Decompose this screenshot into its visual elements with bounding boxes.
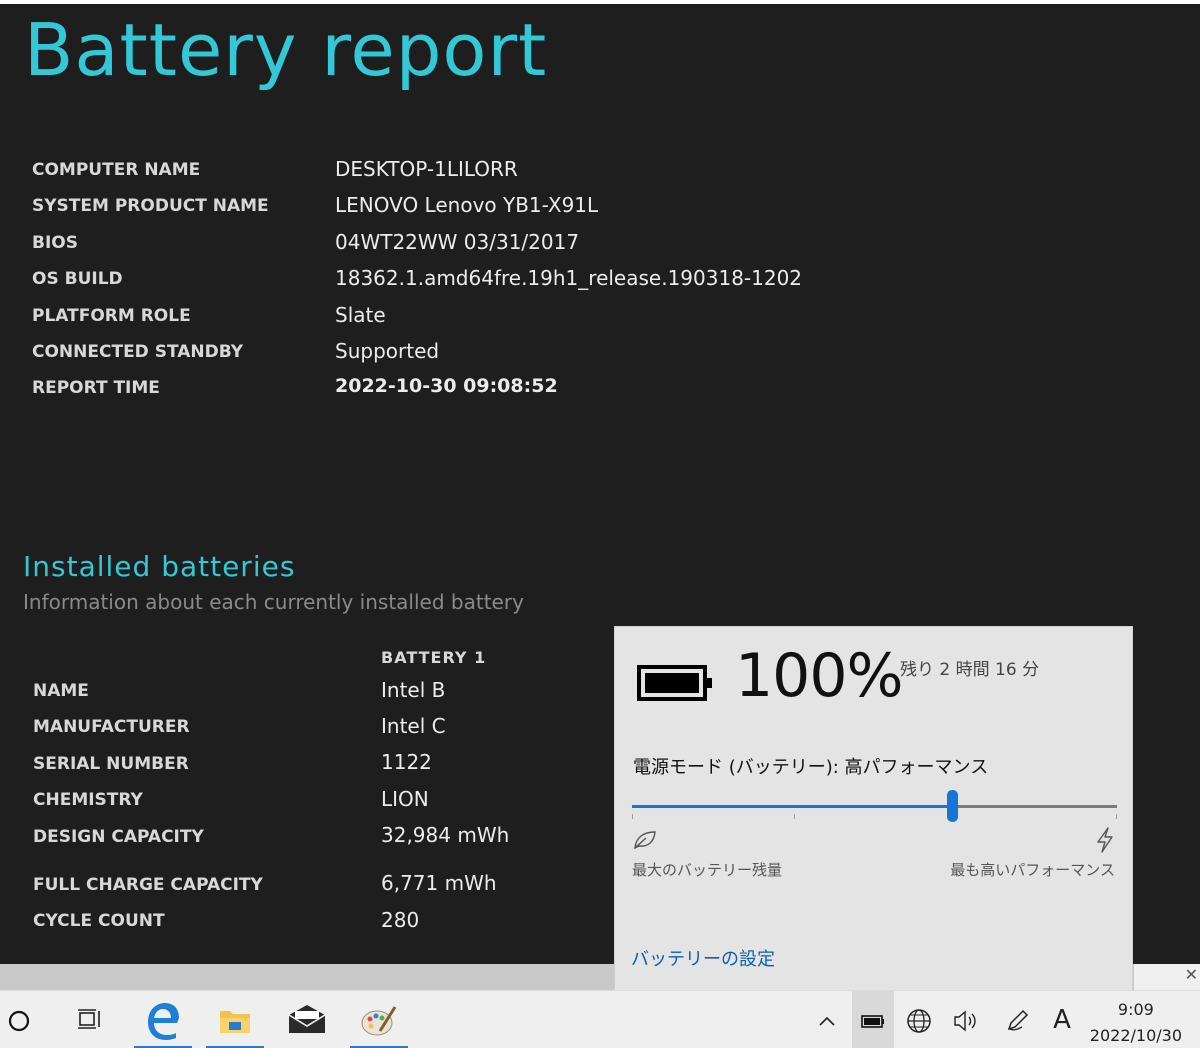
battery-tray-button[interactable] <box>852 991 894 1048</box>
info-key-connected-standby: CONNECTED STANDBY <box>32 342 244 362</box>
cortana-search-button[interactable] <box>0 991 40 1048</box>
info-value-bios: 04WT22WW 03/31/2017 <box>335 230 580 254</box>
globe-network-icon <box>907 1009 931 1033</box>
battery-column-header: BATTERY 1 <box>381 648 487 667</box>
ime-mode-indicator[interactable]: A <box>1040 991 1084 1048</box>
battery-value-manufacturer: Intel C <box>381 714 446 738</box>
battery-key-serial-number: SERIAL NUMBER <box>33 754 189 774</box>
battery-key-manufacturer: MANUFACTURER <box>33 717 190 737</box>
info-key-bios: BIOS <box>32 233 78 253</box>
info-value-report-time: 2022-10-30 09:08:52 <box>335 375 558 397</box>
info-value-computer-name: DESKTOP-1LILORR <box>335 157 518 181</box>
windows-ink-button[interactable] <box>996 991 1038 1048</box>
mail-icon <box>288 1005 326 1033</box>
battery-key-name: NAME <box>33 681 89 701</box>
slider-max-label: 最も高いパフォーマンス <box>950 861 1115 879</box>
chevron-up-icon <box>819 1016 835 1026</box>
close-icon[interactable]: ✕ <box>1185 965 1198 984</box>
file-explorer-icon <box>220 1011 250 1033</box>
lightning-bolt-icon <box>1097 827 1113 853</box>
info-key-platform-role: PLATFORM ROLE <box>32 306 191 326</box>
battery-level-fill <box>645 673 699 693</box>
edge-browser-icon <box>148 1003 179 1040</box>
installed-batteries-heading: Installed batteries <box>23 550 296 583</box>
task-view-icon <box>78 1009 100 1029</box>
battery-key-chemistry: CHEMISTRY <box>33 790 143 810</box>
file-explorer-button[interactable] <box>206 991 264 1048</box>
show-hidden-icons-button[interactable] <box>806 991 848 1048</box>
info-key-os-build: OS BUILD <box>32 269 123 289</box>
battery-level-icon <box>637 665 712 701</box>
pen-icon <box>1007 1009 1029 1031</box>
info-value-platform-role: Slate <box>335 303 386 327</box>
clock-time: 9:09 <box>1117 1000 1154 1019</box>
edge-browser-button[interactable] <box>134 991 192 1048</box>
volume-button[interactable] <box>944 991 986 1048</box>
battery-value-cycle-count: 280 <box>381 908 420 932</box>
taskbar-clock[interactable]: 9:09 2022/10/30 <box>1090 997 1182 1048</box>
slider-thumb[interactable] <box>947 790 959 822</box>
slider-tick <box>794 814 795 819</box>
battery-value-name: Intel B <box>381 678 446 702</box>
cortana-search-icon <box>8 1010 30 1032</box>
slider-tick <box>1116 814 1117 819</box>
info-key-report-time: REPORT TIME <box>32 378 160 398</box>
power-mode-slider[interactable] <box>632 790 1117 829</box>
report-title: Battery report <box>24 8 548 92</box>
slider-min-label: 最大のバッテリー残量 <box>632 861 783 879</box>
battery-flyout: 100% 残り 2 時間 16 分 電源モード (バッテリー): 高パフォーマン… <box>614 626 1133 992</box>
paint-icon <box>361 1006 397 1036</box>
battery-key-cycle-count: CYCLE COUNT <box>33 911 165 931</box>
clock-date: 2022/10/30 <box>1089 1026 1182 1045</box>
battery-value-chemistry: LION <box>381 787 429 811</box>
info-value-os-build: 18362.1.amd64fre.19h1_release.190318-120… <box>335 266 803 290</box>
mail-button[interactable] <box>278 991 336 1048</box>
task-view-button[interactable] <box>62 991 114 1048</box>
leaf-icon <box>634 831 656 850</box>
battery-value-design-capacity: 32,984 mWh <box>381 823 510 847</box>
info-key-computer-name: COMPUTER NAME <box>32 160 201 180</box>
battery-key-design-capacity: DESIGN CAPACITY <box>33 827 204 847</box>
info-value-system-product-name: LENOVO Lenovo YB1-X91L <box>335 193 599 217</box>
info-value-connected-standby: Supported <box>335 339 440 363</box>
time-remaining: 残り 2 時間 16 分 <box>900 660 1040 680</box>
battery-terminal <box>707 678 712 688</box>
battery-percent: 100% <box>735 641 904 711</box>
slider-filled-track <box>632 805 953 808</box>
speaker-volume-icon <box>954 1010 976 1032</box>
battery-key-full-charge-capacity: FULL CHARGE CAPACITY <box>33 875 263 895</box>
installed-batteries-subtitle: Information about each currently install… <box>23 590 524 614</box>
paint-button[interactable] <box>350 991 408 1048</box>
battery-icon <box>861 1015 884 1028</box>
network-button[interactable] <box>898 991 940 1048</box>
slider-tick <box>632 814 633 819</box>
battery-settings-link[interactable]: バッテリーの設定 <box>631 945 775 971</box>
info-key-system-product-name: SYSTEM PRODUCT NAME <box>32 196 269 216</box>
battery-value-serial-number: 1122 <box>381 750 432 774</box>
power-mode-label: 電源モード (バッテリー): 高パフォーマンス <box>633 757 989 778</box>
taskbar: A 9:09 2022/10/30 <box>0 990 1200 1048</box>
battery-value-full-charge-capacity: 6,771 mWh <box>381 871 497 895</box>
